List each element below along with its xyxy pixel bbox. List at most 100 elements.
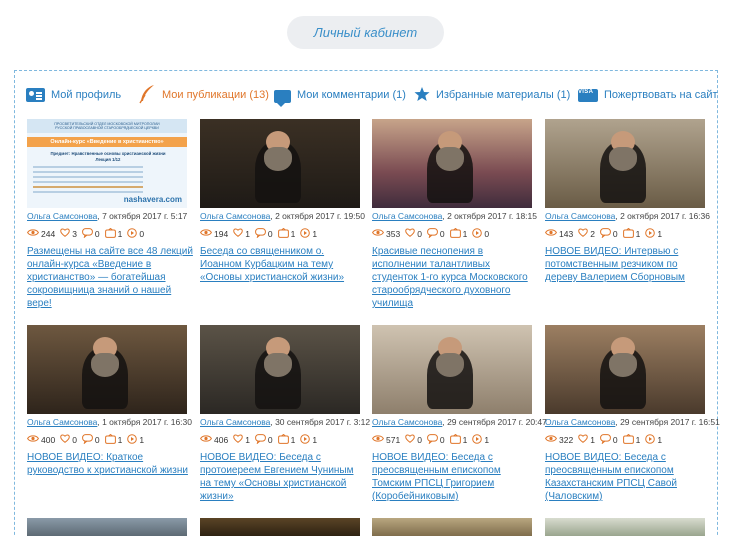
comments-stat[interactable]: 0 [427, 227, 445, 240]
publication-title-link[interactable]: НОВОЕ ВИДЕО: Беседа с преосвященным епис… [372, 451, 538, 503]
publication-date: , 29 сентября 2017 г. 16:51 [615, 417, 720, 427]
publication-card: Ольга Самсонова, 30 сентября 2017 г. 3:1… [200, 325, 370, 525]
publication-thumbnail[interactable] [545, 119, 705, 208]
poster-subject: Предмет: Нравственные основы христианско… [50, 151, 166, 162]
comments-stat[interactable]: 0 [255, 433, 273, 446]
publication-thumbnail[interactable] [545, 325, 705, 414]
nav-my-publications[interactable]: Мои публикации (13) [138, 84, 269, 106]
publication-meta: Ольга Самсонова, 7 октября 2017 г. 5:17 [27, 211, 197, 221]
reposts-stat[interactable]: 1 [622, 433, 640, 446]
reposts-stat[interactable]: 1 [277, 433, 295, 446]
comments-stat[interactable]: 0 [82, 433, 100, 446]
plays-stat[interactable]: 1 [300, 433, 317, 446]
plays-stat[interactable]: 1 [472, 433, 489, 446]
nav-my-profile[interactable]: Мой профиль [26, 84, 121, 106]
comments-stat[interactable]: 0 [255, 227, 273, 240]
publication-title-link[interactable]: НОВОЕ ВИДЕО: Беседа с протоиереем Евгени… [200, 451, 366, 503]
heart-icon [405, 434, 417, 445]
publication-title-link[interactable]: Красивые песнопения в исполнении талантл… [372, 245, 538, 310]
nav-favorites[interactable]: Избранные материалы (1) [414, 84, 570, 106]
publication-thumbnail[interactable] [372, 119, 532, 208]
comment-bubble-icon [600, 227, 613, 240]
comments-stat[interactable]: 0 [600, 433, 618, 446]
publication-thumbnail[interactable] [372, 325, 532, 414]
publication-meta: Ольга Самсонова, 29 сентября 2017 г. 20:… [372, 417, 547, 427]
eye-icon [27, 228, 41, 239]
publication-title-link[interactable]: Беседа со священником о. Иоанном Курбацк… [200, 245, 366, 284]
publication-title-link[interactable]: НОВОЕ ВИДЕО: Интервью с потомственным ре… [545, 245, 711, 284]
author-link[interactable]: Ольга Самсонова [27, 417, 97, 427]
heart-icon [578, 434, 590, 445]
author-link[interactable]: Ольга Самсонова [200, 417, 270, 427]
plays-stat[interactable]: 1 [645, 433, 662, 446]
author-link[interactable]: Ольга Самсонова [545, 417, 615, 427]
repost-icon [104, 433, 118, 446]
reposts-stat[interactable]: 1 [449, 227, 467, 240]
publication-card: ПРОСВЕТИТЕЛЬСКИЙ ОТДЕЛ МОСКОВСКОЙ МИТРОП… [27, 119, 193, 319]
plays-stat[interactable]: 1 [300, 227, 317, 240]
likes-stat[interactable]: 1 [233, 228, 250, 239]
likes-stat[interactable]: 3 [60, 228, 77, 239]
views-stat: 571 [372, 434, 400, 445]
publication-date: , 2 октября 2017 г. 18:15 [442, 211, 538, 221]
publication-title-link[interactable]: Размещены на сайте все 48 лекций онлайн-… [27, 245, 193, 310]
publication-thumbnail[interactable] [27, 518, 187, 536]
reposts-stat[interactable]: 1 [449, 433, 467, 446]
publication-thumbnail[interactable] [545, 518, 705, 536]
comments-stat[interactable]: 0 [427, 433, 445, 446]
plays-stat[interactable]: 0 [472, 227, 489, 240]
reposts-stat[interactable]: 1 [104, 433, 122, 446]
personal-cabinet-button[interactable]: Личный кабинет [287, 16, 444, 49]
comment-icon [274, 90, 291, 107]
author-link[interactable]: Ольга Самсонова [372, 211, 442, 221]
author-link[interactable]: Ольга Самсонова [545, 211, 615, 221]
play-icon [127, 433, 139, 446]
nav-donate[interactable]: VISA Пожертвовать на сайт [578, 84, 718, 106]
publication-thumbnail[interactable] [200, 325, 360, 414]
likes-stat[interactable]: 0 [60, 434, 77, 445]
author-link[interactable]: Ольга Самсонова [27, 211, 97, 221]
comments-stat[interactable]: 0 [600, 227, 618, 240]
publication-thumbnail[interactable] [200, 518, 360, 536]
publication-stats: 322 1 0 1 1 [545, 433, 667, 446]
plays-stat[interactable]: 0 [127, 227, 144, 240]
likes-stat[interactable]: 0 [405, 434, 422, 445]
publication-card: Ольга Самсонова, 1 октября 2017 г. 16:30… [27, 325, 192, 525]
star-icon [414, 86, 430, 105]
reposts-stat[interactable]: 1 [104, 227, 122, 240]
likes-stat[interactable]: 1 [233, 434, 250, 445]
nav-donate-label: Пожертвовать на сайт [604, 89, 718, 101]
reposts-stat[interactable]: 1 [277, 227, 295, 240]
publication-date: , 30 сентября 2017 г. 3:12 [270, 417, 371, 427]
play-icon [127, 227, 139, 240]
nav-my-comments[interactable]: Мои комментарии (1) [274, 84, 406, 107]
comments-stat[interactable]: 0 [82, 227, 100, 240]
likes-stat[interactable]: 1 [578, 434, 595, 445]
nav-my-profile-label: Мой профиль [51, 89, 122, 101]
heart-icon [233, 434, 245, 445]
publication-meta: Ольга Самсонова, 2 октября 2017 г. 19:50 [200, 211, 370, 221]
reposts-stat[interactable]: 1 [622, 227, 640, 240]
views-stat: 406 [200, 434, 228, 445]
heart-icon [233, 228, 245, 239]
publication-stats: 244 3 0 1 0 [27, 227, 149, 240]
nav-my-comments-label: Мои комментарии (1) [297, 89, 406, 101]
comment-bubble-icon [600, 433, 613, 446]
publication-thumbnail[interactable]: ПРОСВЕТИТЕЛЬСКИЙ ОТДЕЛ МОСКОВСКОЙ МИТРОП… [27, 119, 187, 208]
likes-stat[interactable]: 2 [578, 228, 595, 239]
repost-icon [104, 227, 118, 240]
author-link[interactable]: Ольга Самсонова [200, 211, 270, 221]
likes-stat[interactable]: 0 [405, 228, 422, 239]
plays-stat[interactable]: 1 [127, 433, 144, 446]
repost-icon [449, 433, 463, 446]
author-link[interactable]: Ольга Самсонова [372, 417, 442, 427]
publication-title-link[interactable]: НОВОЕ ВИДЕО: Беседа с преосвященным епис… [545, 451, 711, 503]
comment-bubble-icon [255, 227, 268, 240]
views-stat: 194 [200, 228, 228, 239]
plays-stat[interactable]: 1 [645, 227, 662, 240]
publication-thumbnail[interactable] [372, 518, 532, 536]
publication-thumbnail[interactable] [27, 325, 187, 414]
publication-title-link[interactable]: НОВОЕ ВИДЕО: Краткое руководство к христ… [27, 451, 193, 477]
publication-thumbnail[interactable] [200, 119, 360, 208]
play-icon [645, 227, 657, 240]
